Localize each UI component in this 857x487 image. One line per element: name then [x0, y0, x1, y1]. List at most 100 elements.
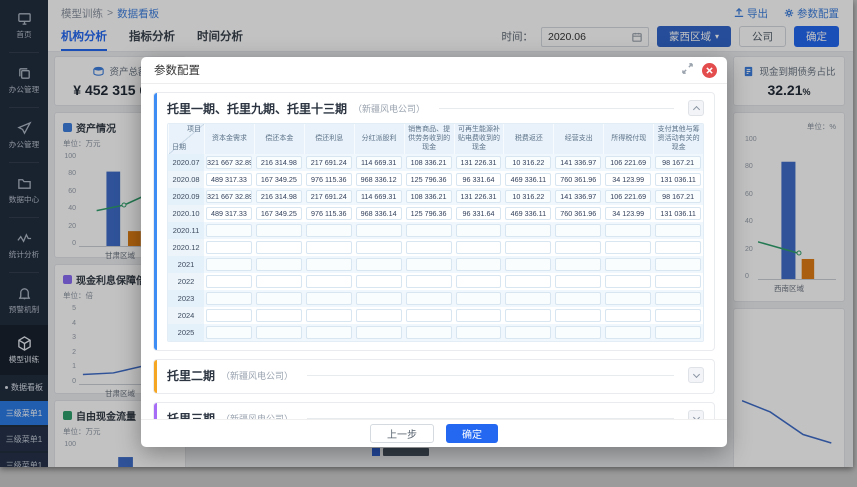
cell-input[interactable] [206, 224, 252, 238]
cell-input[interactable]: 141 336.97 [555, 156, 602, 170]
cell-input[interactable]: 167 349.25 [255, 207, 302, 221]
cell-input[interactable] [206, 258, 252, 272]
cell-input[interactable]: 114 669.31 [355, 156, 402, 170]
cell-input[interactable] [255, 224, 302, 238]
cell-input[interactable] [405, 309, 452, 323]
cell-input[interactable] [605, 326, 652, 340]
cell-input[interactable]: 125 796.36 [405, 173, 452, 187]
cell-input[interactable]: 10 316.22 [505, 190, 552, 204]
cell-input[interactable] [505, 292, 552, 306]
cell-input[interactable] [555, 224, 602, 238]
cell-input[interactable] [305, 292, 352, 306]
cell-input[interactable] [555, 275, 602, 289]
cell-input[interactable] [605, 241, 652, 255]
cell-input[interactable]: 760 361.96 [555, 207, 602, 221]
cell-input[interactable] [255, 275, 302, 289]
cell-input[interactable]: 321 667 32.89 [206, 190, 252, 204]
cell-input[interactable] [206, 292, 252, 306]
cell-input[interactable] [555, 258, 602, 272]
cell-input[interactable] [655, 258, 702, 272]
cell-input[interactable] [305, 224, 352, 238]
cell-input[interactable] [605, 224, 652, 238]
cell-input[interactable]: 968 336.14 [355, 207, 402, 221]
cell-input[interactable] [405, 224, 452, 238]
cell-input[interactable] [555, 241, 602, 255]
cell-input[interactable] [405, 258, 452, 272]
cell-input[interactable] [355, 309, 402, 323]
cell-input[interactable]: 98 167.21 [655, 156, 702, 170]
cell-input[interactable] [255, 241, 302, 255]
close-icon[interactable] [702, 62, 717, 78]
cell-input[interactable] [505, 224, 552, 238]
cell-input[interactable] [405, 292, 452, 306]
cell-input[interactable] [455, 224, 502, 238]
cell-input[interactable]: 10 316.22 [505, 156, 552, 170]
cell-input[interactable] [655, 224, 702, 238]
cell-input[interactable] [505, 241, 552, 255]
cell-input[interactable] [655, 309, 702, 323]
collapse-up-icon[interactable] [688, 100, 704, 116]
cell-input[interactable] [255, 326, 302, 340]
cell-input[interactable]: 216 314.98 [255, 156, 302, 170]
cell-input[interactable] [655, 275, 702, 289]
cell-input[interactable]: 34 123.99 [605, 207, 652, 221]
cell-input[interactable]: 131 226.31 [455, 156, 502, 170]
previous-step-button[interactable]: 上一步 [370, 424, 434, 443]
cell-input[interactable] [555, 309, 602, 323]
cell-input[interactable]: 98 167.21 [655, 190, 702, 204]
cell-input[interactable] [255, 292, 302, 306]
cell-input[interactable]: 141 336.97 [555, 190, 602, 204]
cell-input[interactable] [555, 326, 602, 340]
cell-input[interactable]: 114 669.31 [355, 190, 402, 204]
cell-input[interactable]: 108 336.21 [405, 190, 452, 204]
collapse-down-icon[interactable] [688, 367, 704, 384]
cell-input[interactable]: 469 336.11 [505, 173, 552, 187]
cell-input[interactable] [455, 309, 502, 323]
cell-input[interactable]: 167 349.25 [255, 173, 302, 187]
cell-input[interactable] [455, 292, 502, 306]
cell-input[interactable] [405, 326, 452, 340]
cell-input[interactable] [455, 258, 502, 272]
cell-input[interactable] [405, 275, 452, 289]
cell-input[interactable]: 217 691.24 [305, 190, 352, 204]
cell-input[interactable] [206, 241, 252, 255]
cell-input[interactable] [206, 275, 252, 289]
cell-input[interactable] [206, 326, 252, 340]
section-header[interactable]: 托里三期 （新疆风电公司） [167, 408, 704, 419]
cell-input[interactable] [355, 326, 402, 340]
cell-input[interactable] [305, 241, 352, 255]
cell-input[interactable] [505, 258, 552, 272]
cell-input[interactable]: 108 336.21 [405, 156, 452, 170]
collapse-down-icon[interactable] [688, 410, 704, 419]
cell-input[interactable] [555, 292, 602, 306]
cell-input[interactable] [355, 292, 402, 306]
cell-input[interactable] [305, 326, 352, 340]
cell-input[interactable] [605, 309, 652, 323]
cell-input[interactable] [655, 241, 702, 255]
cell-input[interactable] [355, 258, 402, 272]
section-header[interactable]: 托里二期 （新疆风电公司） [167, 365, 704, 385]
cell-input[interactable] [255, 309, 302, 323]
cell-input[interactable]: 760 361.96 [555, 173, 602, 187]
cell-input[interactable] [655, 326, 702, 340]
cell-input[interactable]: 489 317.33 [206, 173, 252, 187]
cell-input[interactable] [605, 275, 652, 289]
cell-input[interactable] [305, 275, 352, 289]
cell-input[interactable]: 469 336.11 [505, 207, 552, 221]
cell-input[interactable]: 125 796.36 [405, 207, 452, 221]
cell-input[interactable] [655, 292, 702, 306]
cell-input[interactable] [505, 326, 552, 340]
fullscreen-icon[interactable] [682, 61, 693, 79]
cell-input[interactable] [206, 309, 252, 323]
cell-input[interactable]: 131 036.11 [655, 173, 702, 187]
cell-input[interactable] [455, 326, 502, 340]
cell-input[interactable] [355, 241, 402, 255]
cell-input[interactable] [355, 275, 402, 289]
cell-input[interactable]: 321 667 32.89 [206, 156, 252, 170]
cell-input[interactable]: 968 336.12 [355, 173, 402, 187]
cell-input[interactable]: 34 123.99 [605, 173, 652, 187]
section-header[interactable]: 托里一期、托里九期、托里十三期 （新疆风电公司） [167, 98, 704, 118]
cell-input[interactable] [305, 309, 352, 323]
cell-input[interactable] [605, 258, 652, 272]
cell-input[interactable] [405, 241, 452, 255]
